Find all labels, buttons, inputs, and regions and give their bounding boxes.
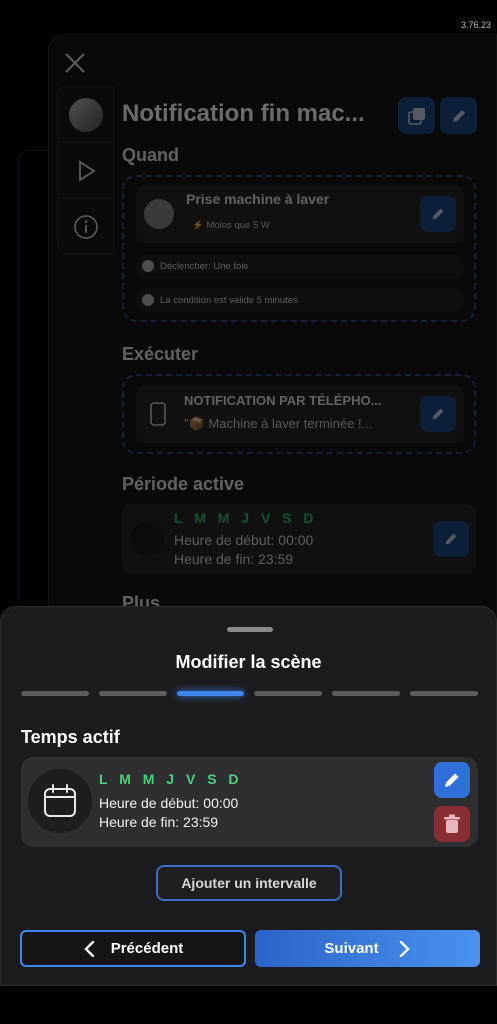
play-circle-icon <box>142 260 154 272</box>
period-days: L M M J V S D <box>174 510 318 526</box>
step-1 <box>21 691 89 696</box>
step-2 <box>98 691 167 696</box>
next-label: Suivant <box>324 940 379 957</box>
step-3 <box>176 691 245 696</box>
trigger-mode-pill[interactable]: Déclencher: Une fois <box>136 254 464 278</box>
action-card[interactable]: NOTIFICATION PAR TÉLÉPHO... "📦 Machine à… <box>136 385 464 443</box>
period-end: Heure de fin: 23:59 <box>174 551 294 567</box>
pencil-icon <box>432 208 444 220</box>
action-name: NOTIFICATION PAR TÉLÉPHO... <box>184 393 382 408</box>
previous-button[interactable]: Précédent <box>20 930 246 967</box>
timer-icon <box>142 294 154 306</box>
scene-title: Notification fin mac... <box>122 100 365 127</box>
edit-scene-sheet: Modifier la scène Temps actif L M M J V … <box>0 606 497 986</box>
validity-pill[interactable]: La condition est valide 5 minutes <box>136 288 464 312</box>
calendar-icon <box>130 522 164 556</box>
close-icon[interactable] <box>64 52 86 74</box>
pencil-icon <box>452 109 465 122</box>
scene-image <box>68 97 103 132</box>
next-button[interactable]: Suivant <box>255 930 480 967</box>
section-when: Quand <box>122 145 179 165</box>
period-card[interactable]: L M M J V S D Heure de début: 00:00 Heur… <box>122 504 476 574</box>
interval-card[interactable]: L M M J V S D Heure de début: 00:00 Heur… <box>21 757 478 847</box>
trigger-condition-text: Moins que 5 W <box>206 220 270 231</box>
edit-action-button[interactable] <box>420 396 456 432</box>
step-6 <box>410 691 478 696</box>
bottom-safe-area <box>0 986 497 1024</box>
interval-end: Heure de fin: 23:59 <box>99 814 219 830</box>
step-progress <box>21 691 478 696</box>
edit-interval-button[interactable] <box>434 762 470 798</box>
period-start: Heure de début: 00:00 <box>174 532 314 548</box>
phone-notification-icon <box>150 402 166 426</box>
trash-icon <box>444 814 460 833</box>
info-icon <box>73 215 98 239</box>
delete-interval-button[interactable] <box>434 806 470 842</box>
sheet-title: Modifier la scène <box>175 652 322 672</box>
pencil-icon <box>445 533 457 545</box>
sheet-grabber[interactable] <box>227 627 273 632</box>
trigger-condition: ⚡ Moins que 5 W <box>192 220 270 231</box>
active-time-heading: Temps actif <box>21 727 120 747</box>
trigger-name: Prise machine à laver <box>186 191 330 207</box>
pencil-icon <box>445 773 459 787</box>
copy-icon <box>407 107 425 125</box>
edit-period-button[interactable] <box>433 521 469 557</box>
previous-label: Précédent <box>110 940 184 957</box>
background-tab-rail <box>57 86 114 254</box>
calendar-icon <box>44 784 76 817</box>
info-tab[interactable] <box>58 199 113 255</box>
add-interval-button[interactable]: Ajouter un intervalle <box>156 865 342 901</box>
edit-title-button[interactable] <box>440 97 477 134</box>
trigger-card[interactable]: Prise machine à laver ⚡ Moins que 5 W <box>136 185 464 243</box>
chevron-right-icon <box>399 940 410 957</box>
edit-trigger-button[interactable] <box>420 196 456 232</box>
device-icon <box>144 199 174 229</box>
section-execute: Exécuter <box>122 344 199 364</box>
play-icon <box>78 159 96 182</box>
duplicate-button[interactable] <box>398 97 435 134</box>
step-5 <box>332 691 401 696</box>
chevron-left-icon <box>84 940 94 957</box>
validity-text: La condition est valide 5 minutes <box>160 294 298 306</box>
run-tab[interactable] <box>58 143 113 199</box>
calendar-badge <box>28 769 92 833</box>
interval-start: Heure de début: 00:00 <box>99 795 239 811</box>
scene-thumbnail[interactable] <box>58 87 113 143</box>
pencil-icon <box>432 408 444 420</box>
trigger-mode-text: Déclencher: Une fois <box>160 260 249 272</box>
action-message: "📦 Machine à laver terminée !... <box>184 416 373 431</box>
section-active-period: Période active <box>122 474 245 494</box>
interval-days: L M M J V S D <box>99 771 243 787</box>
step-4 <box>254 691 323 696</box>
